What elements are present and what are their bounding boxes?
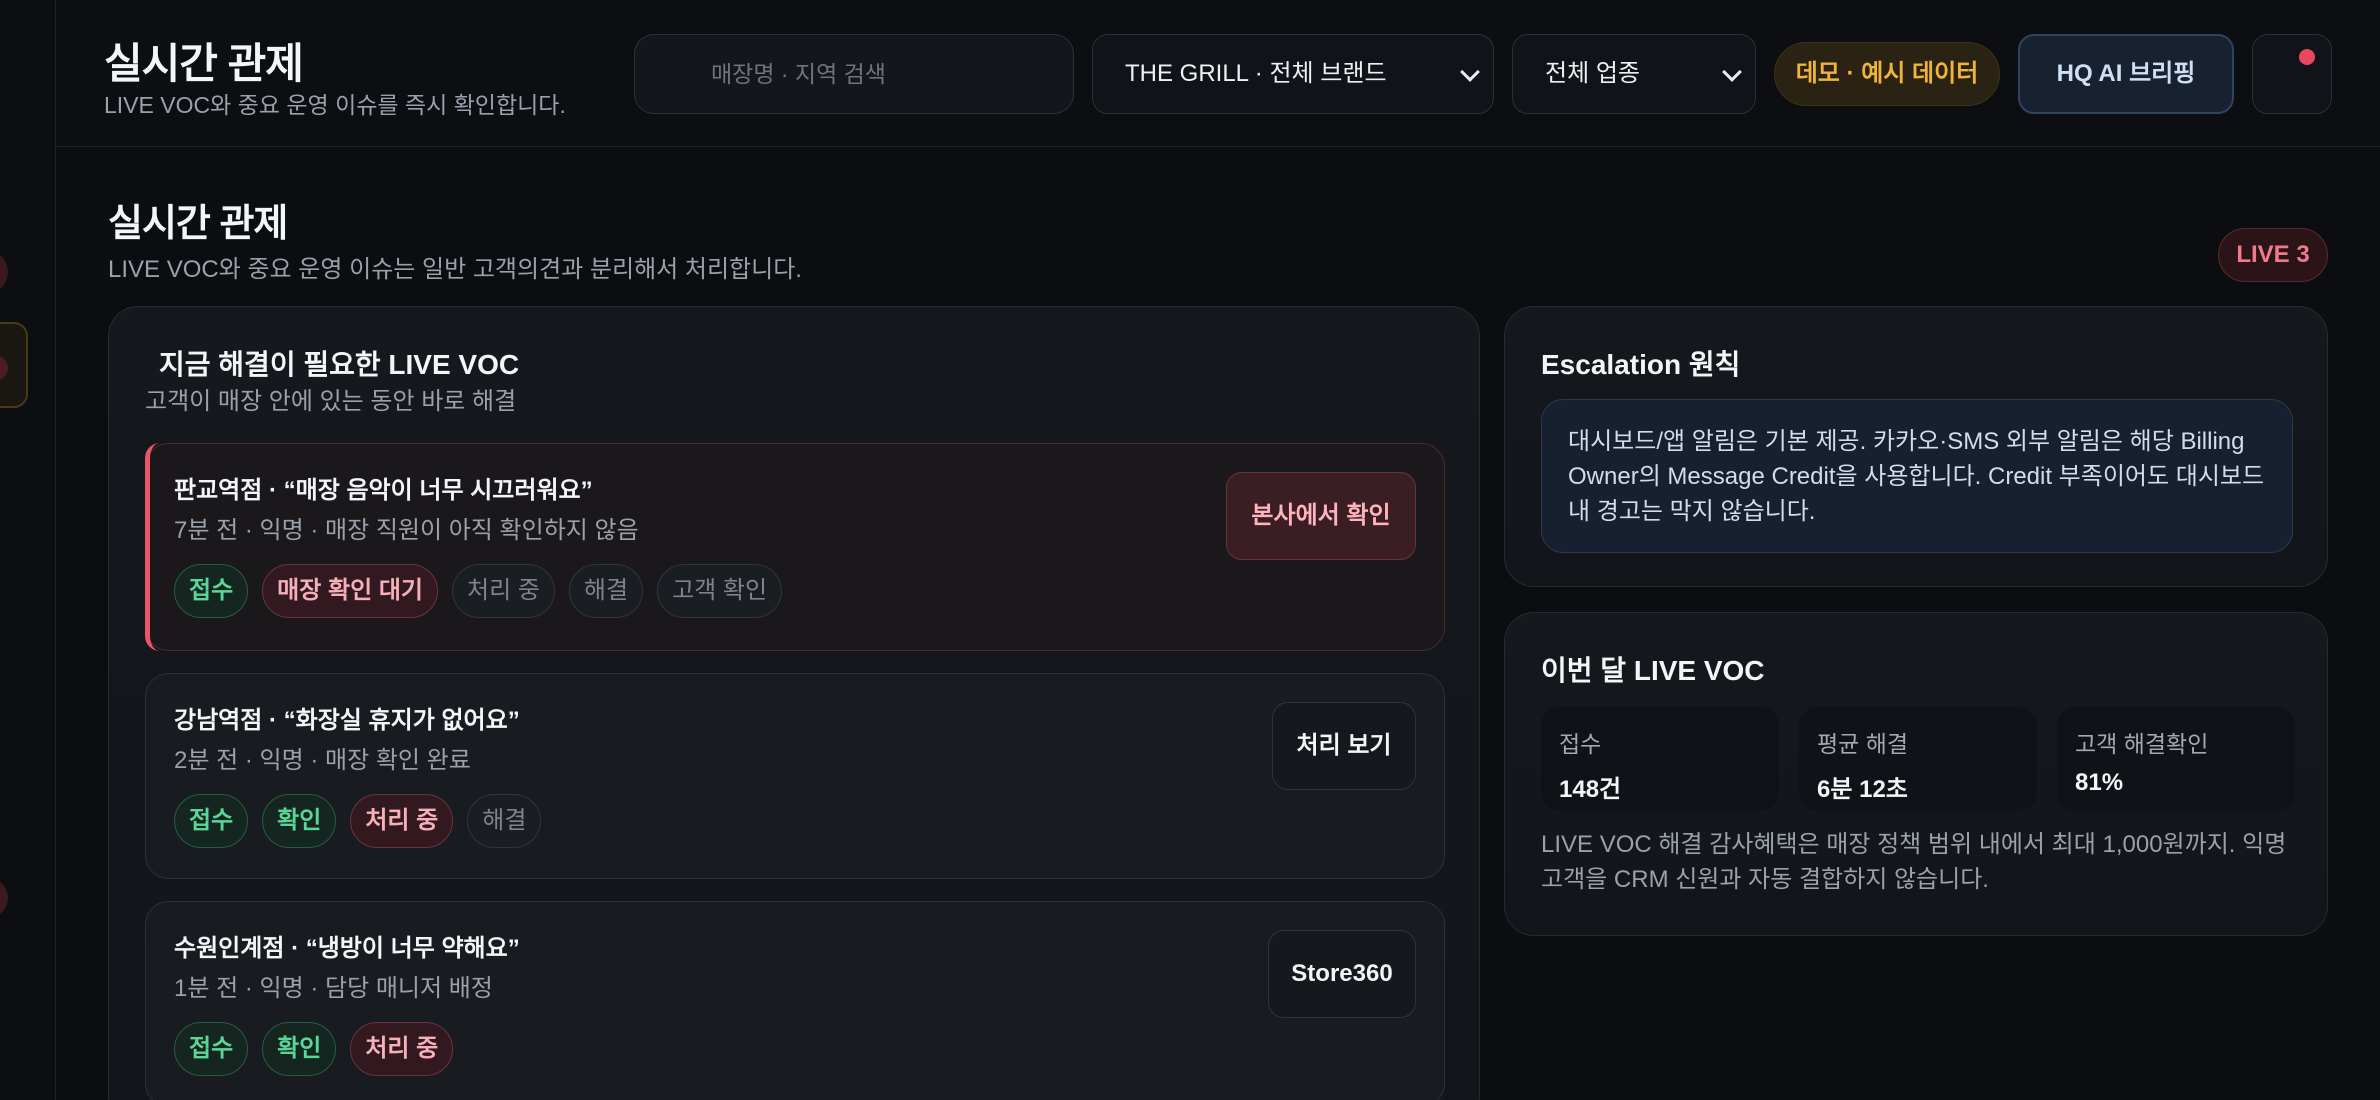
status-step-customer-confirmed: 고객 확인 xyxy=(657,564,783,618)
stat-card-avg-resolve: 평균 해결 6분 12초 xyxy=(1799,707,2037,811)
live-count-badge: LIVE 3 xyxy=(2218,228,2328,282)
view-process-button[interactable]: 처리 보기 xyxy=(1272,702,1416,790)
header-title: 실시간 관제 xyxy=(104,40,304,87)
live-voc-title: 지금 해결이 필요한 LIVE VOC xyxy=(159,349,520,380)
status-step-processing: 처리 중 xyxy=(350,794,454,848)
stat-cards: 접수 148건 평균 해결 6분 12초 고객 해결확인 81% xyxy=(1541,707,2295,811)
stat-card-customer-confirm: 고객 해결확인 81% xyxy=(2057,707,2295,811)
status-step-resolved: 해결 xyxy=(467,794,542,848)
voc-meta: 1분 전 · 익명 · 담당 매니저 배정 xyxy=(174,975,493,1002)
status-step-waiting: 매장 확인 대기 xyxy=(262,564,438,618)
live-voc-panel: 지금 해결이 필요한 LIVE VOC 고객이 매장 안에 있는 동안 바로 해… xyxy=(108,306,1480,1100)
status-steps: 접수 확인 처리 중 xyxy=(174,1022,454,1076)
status-steps: 접수 매장 확인 대기 처리 중 해결 고객 확인 xyxy=(174,564,783,618)
status-step-processing: 처리 중 xyxy=(452,564,555,618)
voc-item[interactable]: 판교역점 · “매장 음악이 너무 시끄러워요” 7분 전 · 익명 · 매장 … xyxy=(145,443,1445,651)
status-step-confirmed: 확인 xyxy=(262,1022,337,1076)
voc-title: 강남역점 · “화장실 휴지가 없어요” xyxy=(174,707,520,734)
voc-item[interactable]: 수원인계점 · “냉방이 너무 약해요” 1분 전 · 익명 · 담당 매니저 … xyxy=(145,901,1445,1100)
stat-label: 접수 xyxy=(1559,731,1602,757)
status-step-received: 접수 xyxy=(174,1022,249,1076)
search-input[interactable]: 매장명 · 지역 검색 xyxy=(634,34,1074,114)
business-type-select[interactable]: 전체 업종 xyxy=(1512,34,1756,114)
escalation-title: Escalation 원칙 xyxy=(1541,349,1741,380)
status-step-received: 접수 xyxy=(174,794,249,848)
live-voc-subtitle: 고객이 매장 안에 있는 동안 바로 해결 xyxy=(145,388,517,415)
voc-title: 판교역점 · “매장 음악이 너무 시끄러워요” xyxy=(174,477,593,504)
stat-value: 148건 xyxy=(1559,776,1622,803)
stat-label: 평균 해결 xyxy=(1817,731,1909,757)
monthly-title: 이번 달 LIVE VOC xyxy=(1541,655,1765,686)
status-step-resolved: 해결 xyxy=(568,564,644,618)
stat-label: 고객 해결확인 xyxy=(2075,731,2209,757)
chevron-down-icon xyxy=(1722,62,1742,82)
notification-dot-icon xyxy=(2299,49,2315,65)
status-steps: 접수 확인 처리 중 해결 xyxy=(174,794,542,848)
brand-select-value: THE GRILL · 전체 브랜드 xyxy=(1125,60,1387,87)
voc-meta: 2분 전 · 익명 · 매장 확인 완료 xyxy=(174,747,471,774)
voc-title: 수원인계점 · “냉방이 너무 약해요” xyxy=(174,935,520,962)
voc-item[interactable]: 강남역점 · “화장실 휴지가 없어요” 2분 전 · 익명 · 매장 확인 완… xyxy=(145,673,1445,879)
demo-data-badge: 데모 · 예시 데이터 xyxy=(1774,42,2000,106)
top-header: 실시간 관제 LIVE VOC와 중요 운영 이슈를 즉시 확인합니다. 매장명… xyxy=(56,0,2380,147)
escalation-rule-text: 대시보드/앱 알림은 기본 제공. 카카오·SMS 외부 알림은 해당 Bill… xyxy=(1541,399,2293,553)
business-type-value: 전체 업종 xyxy=(1545,60,1640,87)
stats-note: LIVE VOC 해결 감사혜택은 매장 정책 범위 내에서 최대 1,000원… xyxy=(1541,831,2287,893)
stat-value: 6분 12초 xyxy=(1817,776,1908,803)
nav-indicator[interactable] xyxy=(0,878,8,918)
monthly-live-voc-panel: 이번 달 LIVE VOC 접수 148건 평균 해결 6분 12초 고객 해결… xyxy=(1504,612,2328,936)
store360-button[interactable]: Store360 xyxy=(1268,930,1416,1018)
page-subtitle: LIVE VOC와 중요 운영 이슈는 일반 고객의견과 분리해서 처리합니다. xyxy=(108,256,802,283)
notification-button[interactable] xyxy=(2252,34,2332,114)
hq-ai-briefing-button[interactable]: HQ AI 브리핑 xyxy=(2018,34,2234,114)
brand-select[interactable]: THE GRILL · 전체 브랜드 xyxy=(1092,34,1494,114)
chevron-down-icon xyxy=(1460,62,1480,82)
stat-card-received: 접수 148건 xyxy=(1541,707,1779,811)
nav-active-item[interactable] xyxy=(0,322,28,408)
page-title: 실시간 관제 xyxy=(108,203,288,245)
status-step-processing: 처리 중 xyxy=(350,1022,454,1076)
status-step-confirmed: 확인 xyxy=(262,794,337,848)
status-step-received: 접수 xyxy=(174,564,249,618)
stat-value: 81% xyxy=(2075,769,2124,796)
escalation-rule-panel: Escalation 원칙 대시보드/앱 알림은 기본 제공. 카카오·SMS … xyxy=(1504,306,2328,587)
left-rail xyxy=(0,0,56,1100)
hq-confirm-button[interactable]: 본사에서 확인 xyxy=(1226,472,1416,560)
header-subtitle: LIVE VOC와 중요 운영 이슈를 즉시 확인합니다. xyxy=(104,92,566,118)
nav-indicator[interactable] xyxy=(0,250,8,294)
voc-meta: 7분 전 · 익명 · 매장 직원이 아직 확인하지 않음 xyxy=(174,517,639,544)
